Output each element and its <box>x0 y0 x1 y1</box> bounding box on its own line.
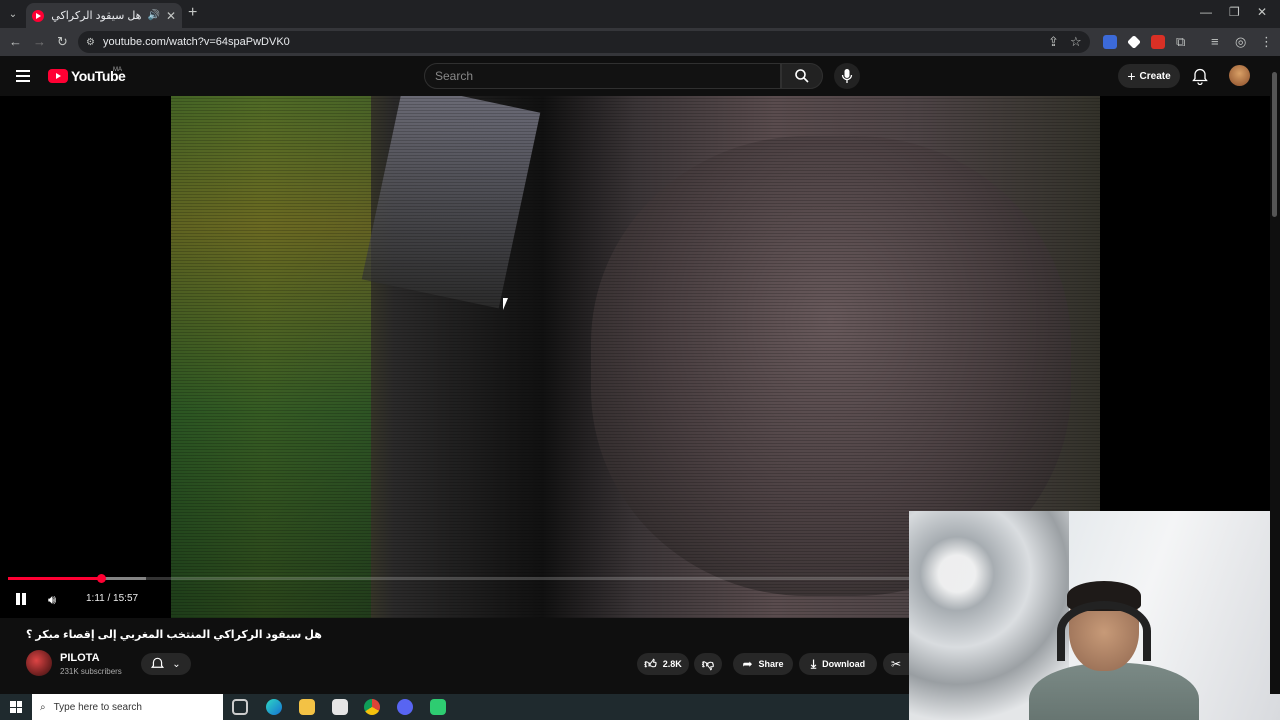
tab-search-menu-icon[interactable]: ⌄ <box>4 5 22 23</box>
extension-diamond-icon[interactable] <box>1127 35 1141 49</box>
chevron-down-icon: ⌄ <box>172 658 181 670</box>
download-label: Download <box>822 659 866 669</box>
address-bar-row: ← → ↻ ⚙ youtube.com/watch?v=64spaPwDVK0 … <box>0 28 1280 56</box>
share-label: Share <box>758 659 784 669</box>
video-title: هل سيقود الركراكي المنتخب المغربي إلى إق… <box>26 629 322 641</box>
account-avatar[interactable] <box>1229 65 1250 86</box>
bell-icon <box>151 657 165 668</box>
scrollbar-thumb[interactable] <box>1272 72 1277 217</box>
install-app-icon[interactable]: ⇪ <box>1048 34 1059 50</box>
dislike-icon: 👎︎ <box>701 656 715 671</box>
share-icon: ➦ <box>742 657 753 671</box>
search-box[interactable] <box>424 63 781 89</box>
profile-icon[interactable]: ◎ <box>1235 34 1246 50</box>
youtube-header: YouTube MA + Create <box>0 56 1280 96</box>
restore-icon[interactable]: ❐ <box>1229 5 1240 19</box>
download-button[interactable]: ⤓ Download <box>799 653 877 675</box>
tab-close-icon[interactable]: ✕ <box>166 9 176 23</box>
chrome-icon[interactable] <box>364 699 380 715</box>
webcam-overlay <box>909 511 1280 720</box>
mic-icon <box>841 69 853 83</box>
like-button[interactable]: 👍︎ 2.8K <box>637 653 689 675</box>
clip-button[interactable]: ✂ <box>883 653 909 675</box>
extension-red-icon[interactable] <box>1151 35 1165 49</box>
youtube-logo-icon <box>48 69 68 83</box>
tab-title: هل سيقود الركراكي المنتخب <box>50 10 142 22</box>
pause-icon[interactable] <box>15 593 27 605</box>
reload-icon[interactable]: ↻ <box>57 34 68 50</box>
progress-scrubber[interactable] <box>96 574 106 583</box>
country-code: MA <box>113 67 122 73</box>
browser-tab[interactable]: هل سيقود الركراكي المنتخب 🔊 ✕ <box>26 3 182 28</box>
file-explorer-icon[interactable] <box>299 699 315 715</box>
progress-played <box>8 577 101 580</box>
minimize-icon[interactable]: — <box>1200 5 1212 19</box>
subscriber-count: 231K subscribers <box>60 667 122 676</box>
taskbar-search-placeholder: Type here to search <box>53 701 142 713</box>
time-display: 1:11 / 15:57 <box>86 593 139 604</box>
task-view-icon[interactable] <box>232 699 248 715</box>
back-icon[interactable]: ← <box>9 34 22 49</box>
windows-start-icon[interactable] <box>10 701 22 713</box>
store-icon[interactable] <box>332 699 348 715</box>
discord-icon[interactable] <box>397 699 413 715</box>
webcam-person <box>1029 581 1199 720</box>
translate-extension-icon[interactable] <box>1103 35 1117 49</box>
share-button[interactable]: ➦ Share <box>733 653 793 675</box>
browser-menu-icon[interactable]: ⋮ <box>1260 34 1273 50</box>
channel-avatar[interactable] <box>26 650 52 676</box>
like-count: 2.8K <box>662 659 682 669</box>
plus-icon: + <box>1127 68 1136 84</box>
omnibox[interactable]: ⚙ youtube.com/watch?v=64spaPwDVK0 <box>78 31 1090 53</box>
youtube-favicon-icon <box>32 9 44 22</box>
forward-icon[interactable]: → <box>33 34 46 49</box>
search-icon <box>795 69 809 83</box>
url-text[interactable]: youtube.com/watch?v=64spaPwDVK0 <box>103 36 290 48</box>
site-info-icon[interactable]: ⚙ <box>86 37 95 48</box>
extensions-puzzle-icon[interactable]: ⧉ <box>1176 34 1185 50</box>
search-icon: ⌕ <box>40 701 46 713</box>
volume-icon[interactable]: 🔊︎ <box>48 592 56 608</box>
mouse-cursor-icon <box>503 298 508 310</box>
close-window-icon[interactable]: ✕ <box>1257 5 1267 19</box>
menu-icon[interactable] <box>16 70 30 82</box>
create-button[interactable]: + Create <box>1118 64 1180 88</box>
create-label: Create <box>1139 70 1171 82</box>
bell-icon[interactable] <box>1192 68 1208 85</box>
notification-bell-button[interactable]: ⌄ <box>141 653 191 675</box>
download-icon: ⤓ <box>810 656 817 671</box>
media-control-icon[interactable]: ≡ <box>1211 34 1219 49</box>
dislike-button[interactable]: 👎︎ <box>694 653 722 675</box>
tab-audio-icon[interactable]: 🔊 <box>147 10 159 21</box>
windows-taskbar: ⌕ Type here to search <box>0 694 909 720</box>
clip-icon: ✂ <box>890 657 902 671</box>
app-green-icon[interactable] <box>430 699 446 715</box>
search-input[interactable] <box>435 69 780 83</box>
webcam-hoodie <box>1029 663 1199 720</box>
search-button[interactable] <box>781 63 823 89</box>
like-icon: 👍︎ <box>644 656 657 671</box>
edge-icon[interactable] <box>266 699 282 715</box>
bookmark-star-icon[interactable]: ☆ <box>1070 34 1082 50</box>
voice-search-button[interactable] <box>834 63 860 89</box>
taskbar-search[interactable]: ⌕ Type here to search <box>32 694 223 720</box>
headphones-icon <box>1057 601 1151 661</box>
browser-tab-bar: ⌄ هل سيقود الركراكي المنتخب 🔊 ✕ + — ❐ ✕ <box>0 0 1280 28</box>
channel-name[interactable]: PILOTA <box>60 652 100 664</box>
new-tab-button[interactable]: + <box>188 4 197 22</box>
page-scrollbar[interactable] <box>1270 56 1280 694</box>
